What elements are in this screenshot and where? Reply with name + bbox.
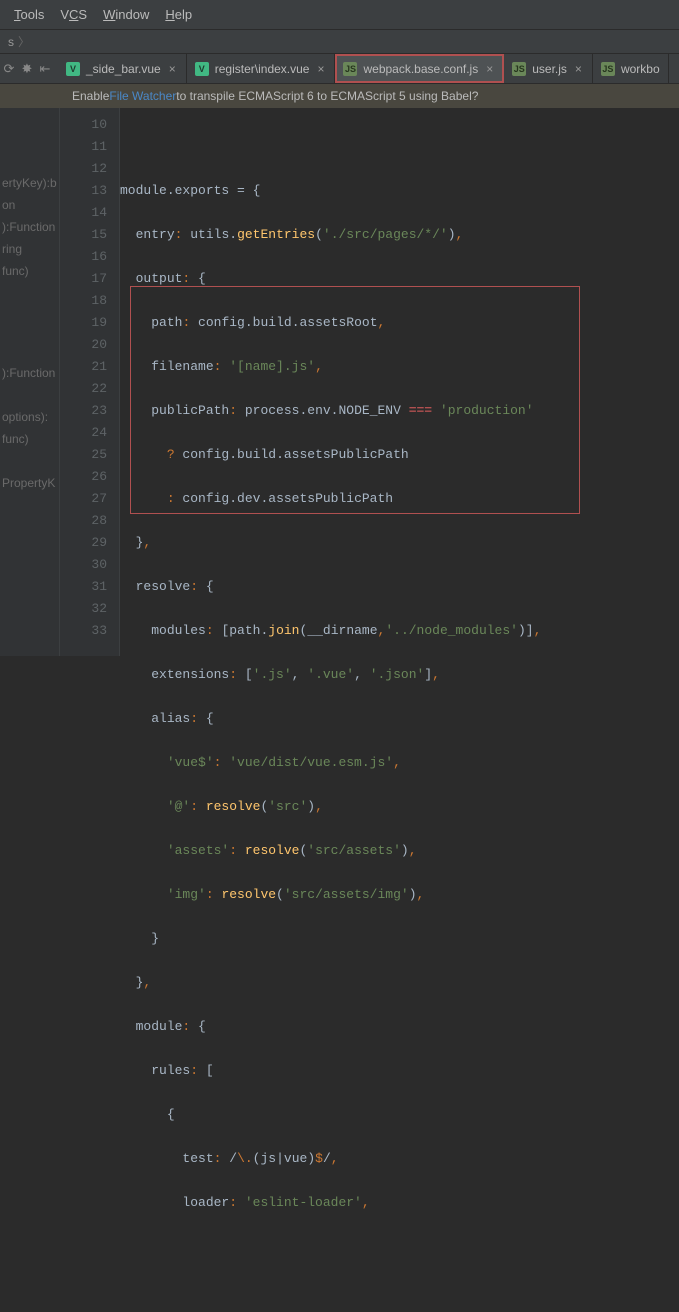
close-icon[interactable]: × bbox=[573, 62, 584, 76]
tab-label: _side_bar.vue bbox=[86, 62, 161, 76]
tab-user-js[interactable]: JS user.js × bbox=[504, 54, 593, 83]
sync-icon[interactable]: ⟳ bbox=[0, 54, 18, 83]
line-number: 22 bbox=[60, 378, 107, 400]
tab-label: register\index.vue bbox=[215, 62, 310, 76]
line-number: 15 bbox=[60, 224, 107, 246]
tab-strip: ⟳ ✸ ⇤ V _side_bar.vue × V register\index… bbox=[0, 54, 679, 84]
vue-file-icon: V bbox=[66, 62, 80, 76]
close-icon[interactable]: × bbox=[315, 62, 326, 76]
close-icon[interactable]: × bbox=[167, 62, 178, 76]
banner-post: to transpile ECMAScript 6 to ECMAScript … bbox=[176, 89, 478, 103]
js-file-icon: JS bbox=[343, 62, 357, 76]
tab-register-vue[interactable]: V register\index.vue × bbox=[187, 54, 336, 83]
js-file-icon: JS bbox=[601, 62, 615, 76]
menu-bar: Tools VCS Window Help bbox=[0, 0, 679, 30]
line-number: 27 bbox=[60, 488, 107, 510]
chevron-right-icon: 〉 bbox=[18, 33, 30, 50]
tab-label: user.js bbox=[532, 62, 567, 76]
line-number: 19 bbox=[60, 312, 107, 334]
line-number: 21 bbox=[60, 356, 107, 378]
menu-vcs[interactable]: VCS bbox=[52, 3, 95, 26]
line-number: 18 bbox=[60, 290, 107, 312]
line-number-gutter: 1011121314151617181920212223242526272829… bbox=[60, 108, 120, 656]
breadcrumb: s 〉 bbox=[0, 30, 679, 54]
line-number: 32 bbox=[60, 598, 107, 620]
tab-webpack-base[interactable]: JS webpack.base.conf.js × bbox=[335, 54, 504, 83]
close-icon[interactable]: × bbox=[484, 62, 495, 76]
line-number: 31 bbox=[60, 576, 107, 598]
line-number: 23 bbox=[60, 400, 107, 422]
file-watcher-banner: Enable File Watcher to transpile ECMAScr… bbox=[0, 84, 679, 108]
code-area[interactable]: module.exports = { entry: utils.getEntri… bbox=[120, 108, 679, 656]
menu-tools[interactable]: Tools bbox=[6, 3, 52, 26]
collapse-icon[interactable]: ⇤ bbox=[36, 54, 54, 83]
left-panel-ghost: ertyKey):b on ):Function ring func) ):Fu… bbox=[0, 108, 60, 656]
vue-file-icon: V bbox=[195, 62, 209, 76]
editor-tabs: V _side_bar.vue × V register\index.vue ×… bbox=[58, 54, 669, 83]
tab-sidebar-vue[interactable]: V _side_bar.vue × bbox=[58, 54, 187, 83]
line-number: 13 bbox=[60, 180, 107, 202]
line-number: 20 bbox=[60, 334, 107, 356]
line-number: 10 bbox=[60, 114, 107, 136]
line-number: 29 bbox=[60, 532, 107, 554]
editor-area: ertyKey):b on ):Function ring func) ):Fu… bbox=[0, 108, 679, 656]
menu-help[interactable]: Help bbox=[157, 3, 200, 26]
tab-label: webpack.base.conf.js bbox=[363, 62, 478, 76]
menu-tools-label: ools bbox=[21, 7, 45, 22]
js-file-icon: JS bbox=[512, 62, 526, 76]
line-number: 25 bbox=[60, 444, 107, 466]
line-number: 26 bbox=[60, 466, 107, 488]
tab-workbo[interactable]: JS workbo bbox=[593, 54, 669, 83]
line-number: 30 bbox=[60, 554, 107, 576]
tab-label: workbo bbox=[621, 62, 660, 76]
gear-icon[interactable]: ✸ bbox=[18, 54, 36, 83]
line-number: 16 bbox=[60, 246, 107, 268]
menu-window[interactable]: Window bbox=[95, 3, 157, 26]
line-number: 17 bbox=[60, 268, 107, 290]
line-number: 14 bbox=[60, 202, 107, 224]
line-number: 12 bbox=[60, 158, 107, 180]
banner-pre: Enable bbox=[72, 89, 109, 103]
line-number: 33 bbox=[60, 620, 107, 642]
breadcrumb-segment[interactable]: s bbox=[4, 35, 18, 49]
line-number: 28 bbox=[60, 510, 107, 532]
line-number: 11 bbox=[60, 136, 107, 158]
line-number: 24 bbox=[60, 422, 107, 444]
banner-link[interactable]: File Watcher bbox=[109, 89, 176, 103]
